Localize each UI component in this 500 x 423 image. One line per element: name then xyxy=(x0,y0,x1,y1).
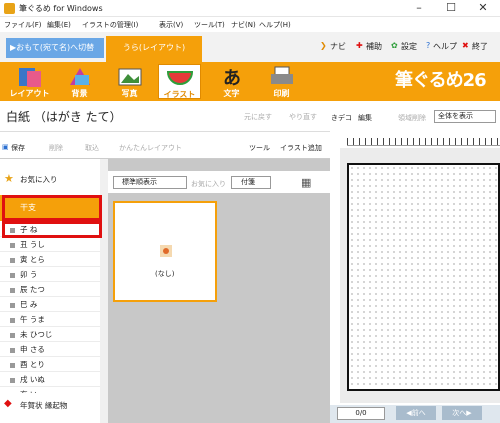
hojo-button[interactable]: 補助 xyxy=(366,41,382,52)
ruler xyxy=(347,138,500,146)
list-item[interactable]: 卯 う xyxy=(0,267,100,282)
minimize-button[interactable]: – xyxy=(403,0,435,17)
svg-text:あ: あ xyxy=(223,68,241,89)
toolbar-label: レイアウト xyxy=(9,89,50,98)
exit-button[interactable]: 終了 xyxy=(472,41,488,52)
menu-file[interactable]: ファイル(F) xyxy=(4,20,42,30)
help-button[interactable]: ヘルプ xyxy=(433,41,457,52)
prev-label: 前へ xyxy=(411,409,426,417)
photo-icon xyxy=(118,68,141,86)
gear-icon: ✿ xyxy=(391,41,398,50)
tab-front-switch[interactable]: ▶おもて(宛て名)へ切替 xyxy=(6,38,104,58)
category-nenga[interactable]: 年賀状 縁起物 xyxy=(0,393,100,419)
printer-icon xyxy=(270,66,293,84)
next-icon: ▶ xyxy=(466,409,472,417)
list-item[interactable]: 午 うま xyxy=(0,312,100,327)
toolbar-label: 印刷 xyxy=(273,89,290,98)
tab-back-layout[interactable]: うら(レイアウト) xyxy=(106,36,202,62)
list-item[interactable]: 辰 たつ xyxy=(0,282,100,297)
hojo-icon: ✚ xyxy=(356,41,363,50)
import-button[interactable]: 取込 xyxy=(85,143,99,153)
postcard-canvas[interactable] xyxy=(347,163,500,391)
list-item[interactable]: 丑 うし xyxy=(0,237,100,252)
close-button[interactable]: ✕ xyxy=(467,0,499,17)
window-title: 筆ぐるめ for Windows xyxy=(19,4,103,13)
fav-filter-button[interactable]: お気に入り xyxy=(191,179,226,189)
add-illust-button[interactable]: イラスト追加 xyxy=(280,143,322,153)
settings-button[interactable]: 設定 xyxy=(401,41,417,52)
menu-tools[interactable]: ツール(T) xyxy=(194,20,225,30)
nenga-icon: ◆ xyxy=(4,398,12,409)
list-item[interactable]: 申 さる xyxy=(0,342,100,357)
view-select[interactable]: 全体を表示 xyxy=(434,110,496,123)
delete-button[interactable]: 削除 xyxy=(49,143,63,153)
menu-view[interactable]: 表示(V) xyxy=(159,20,183,30)
exit-icon: ✖ xyxy=(462,41,469,50)
menu-navi[interactable]: ナビ(N) xyxy=(231,20,256,30)
maximize-button[interactable]: ☐ xyxy=(435,0,467,17)
redo-button[interactable]: やり直す xyxy=(289,112,317,122)
app-icon xyxy=(4,3,15,14)
menu-illust-manage[interactable]: イラストの管理(I) xyxy=(82,20,138,30)
category-favorites[interactable]: お気に入り xyxy=(0,167,100,193)
page-title: 白紙 （はがき たて） xyxy=(6,110,122,124)
list-item[interactable]: 戌 いぬ xyxy=(0,372,100,387)
toolbar-print-button[interactable]: 印刷 xyxy=(260,64,303,99)
tools-button[interactable]: ツール xyxy=(249,143,270,153)
card-label: (なし) xyxy=(155,270,175,278)
text-brush-icon: あ xyxy=(223,68,241,89)
undo-button[interactable]: 元に戻す xyxy=(244,112,272,122)
toolbar-photo-button[interactable]: 写真 xyxy=(108,64,151,99)
list-item[interactable]: 巳 み xyxy=(0,297,100,312)
list-item[interactable]: 寅 とら xyxy=(0,252,100,267)
navi-icon: ❯ xyxy=(320,41,327,50)
toolbar-label: イラスト xyxy=(163,90,196,99)
list-item[interactable]: 酉 とり xyxy=(0,357,100,372)
sort-select[interactable]: 標準順表示 xyxy=(113,176,187,189)
highlight-box xyxy=(2,195,102,221)
prev-page-button[interactable]: ◀前へ xyxy=(396,406,436,420)
grid-view-icon[interactable]: ▦ xyxy=(301,176,311,189)
illust-thumbnail-icon xyxy=(160,245,172,257)
tag-select[interactable]: 付箋 xyxy=(231,176,271,189)
watermelon-icon xyxy=(166,71,193,85)
background-icon xyxy=(69,68,90,85)
menu-help[interactable]: ヘルプ(H) xyxy=(259,20,291,30)
toolbar-label: 写真 xyxy=(121,89,138,98)
toolbar-illust-button[interactable]: イラスト xyxy=(158,64,201,99)
toolbar-text-button[interactable]: あ 文字 xyxy=(210,64,253,99)
save-icon: ▣ xyxy=(2,143,9,151)
easy-layout-button[interactable]: かんたんレイアウト xyxy=(119,143,182,153)
edit-button[interactable]: 編集 xyxy=(358,113,372,123)
next-page-button[interactable]: 次へ▶ xyxy=(442,406,482,420)
toolbar-label: 文字 xyxy=(223,89,240,98)
app-logo: 筆ぐるめ26 xyxy=(395,70,487,91)
illust-card[interactable]: (なし) xyxy=(113,201,217,302)
help-icon: ? xyxy=(426,41,431,50)
menu-edit[interactable]: 編集(E) xyxy=(47,20,71,30)
page-indicator: 0/0 xyxy=(337,407,385,420)
layout-icon xyxy=(18,68,41,87)
toolbar-label: 背景 xyxy=(71,89,88,98)
area-delete-button[interactable]: 領域削除 xyxy=(398,113,426,123)
list-item[interactable]: 未 ひつじ xyxy=(0,327,100,342)
navi-button[interactable]: ナビ xyxy=(330,41,346,52)
save-button[interactable]: 保存 xyxy=(11,143,25,153)
highlight-box xyxy=(2,221,102,238)
toolbar-background-button[interactable]: 背景 xyxy=(58,64,101,99)
toolbar-layout-button[interactable]: レイアウト xyxy=(8,64,51,99)
next-label: 次へ xyxy=(452,409,467,417)
deco-button[interactable]: きデコ xyxy=(331,113,352,123)
